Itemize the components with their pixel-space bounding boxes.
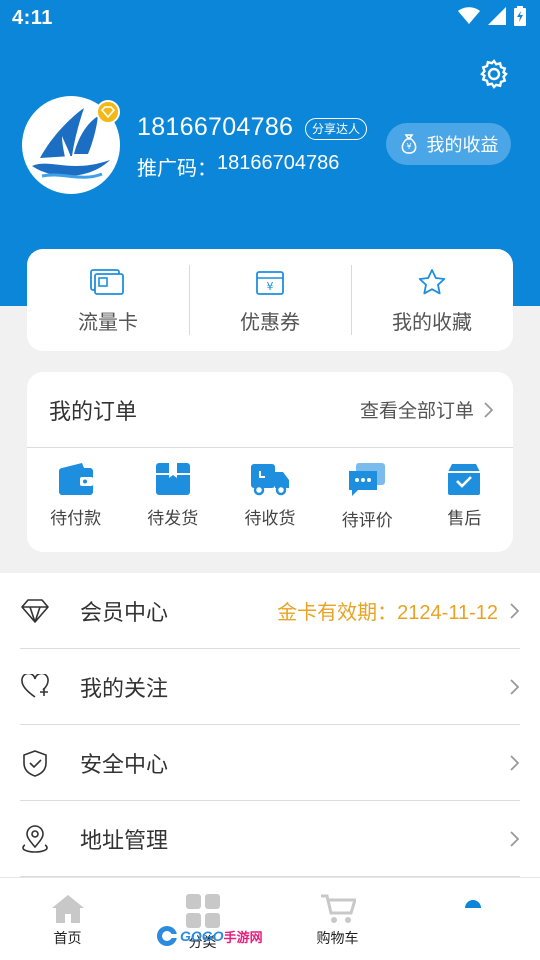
coupon-icon: ¥	[256, 270, 284, 295]
signal-icon	[488, 7, 506, 25]
after-sale-icon	[448, 464, 481, 495]
menu-item-label: 地址管理	[80, 827, 169, 853]
home-icon	[51, 895, 84, 923]
box-icon	[155, 463, 190, 495]
diamond-icon	[20, 596, 50, 626]
order-pending-shipment[interactable]: 待发货	[124, 462, 221, 531]
settings-gear-icon[interactable]	[478, 58, 510, 90]
order-status-label: 待收货	[244, 509, 296, 528]
orders-title: 我的订单	[49, 398, 138, 424]
quick-links-card: 流量卡 ¥ 优惠券 我的收藏	[27, 249, 513, 351]
quick-link-label: 优惠券	[240, 311, 300, 334]
order-status-label: 待付款	[50, 509, 102, 528]
svg-text:¥: ¥	[267, 280, 274, 293]
grid-icon	[185, 894, 220, 928]
watermark-logo-icon	[157, 926, 177, 946]
share-tag-badge: 分享达人	[305, 118, 368, 140]
tab-label: 首页	[53, 930, 82, 946]
svg-text:¥: ¥	[406, 142, 411, 151]
money-bag-icon: ¥	[401, 134, 416, 154]
view-all-orders-link[interactable]: 查看全部订单	[360, 396, 493, 423]
order-status-label: 待评价	[341, 511, 393, 530]
chevron-right-icon	[510, 678, 520, 695]
star-icon	[418, 268, 446, 294]
quick-link-sim-card[interactable]: 流量卡	[27, 249, 189, 351]
tab-category[interactable]: 分类	[135, 878, 270, 960]
heart-plus-icon	[20, 672, 50, 702]
quick-link-label: 我的收藏	[392, 311, 472, 334]
watermark-brand: GOGO	[180, 928, 224, 944]
cart-icon	[320, 894, 356, 923]
order-status-label: 待发货	[147, 509, 199, 528]
menu-item-label: 会员中心	[80, 599, 169, 625]
my-earnings-button[interactable]: ¥ 我的收益	[386, 123, 511, 165]
order-pending-review[interactable]: 待评价	[319, 462, 416, 531]
shield-icon	[20, 748, 50, 778]
status-bar: 4:11	[0, 0, 540, 36]
watermark-site: 手游网	[223, 929, 263, 945]
chevron-right-icon	[510, 602, 520, 619]
watermark: GOGO 手游网	[156, 925, 263, 947]
promo-code: 推广码： 18166704786	[137, 152, 339, 181]
menu-item-label: 我的关注	[80, 675, 169, 701]
orders-header: 我的订单 查看全部订单	[27, 372, 513, 448]
location-icon	[20, 824, 50, 854]
chevron-right-icon	[484, 401, 493, 418]
order-after-sale[interactable]: 售后	[416, 462, 513, 531]
quick-link-favorites[interactable]: 我的收藏	[351, 249, 513, 351]
gold-card-expiry: 金卡有效期：2124-11-12	[277, 602, 498, 624]
menu-item-security-center[interactable]: 安全中心	[20, 725, 520, 801]
promo-value: 18166704786	[217, 152, 340, 174]
promo-label: 推广码：	[137, 158, 217, 180]
tab-label: 购物车	[316, 930, 359, 946]
wallet-icon	[58, 463, 93, 495]
menu-item-address-management[interactable]: 地址管理	[20, 801, 520, 877]
chat-icon	[349, 463, 386, 496]
status-icons	[458, 6, 526, 26]
menu-item-label: 安全中心	[80, 751, 169, 777]
status-time: 4:11	[12, 7, 53, 29]
order-status-row: 待付款 待发货 待收货 待评价 售后	[27, 448, 513, 531]
vip-badge-icon	[96, 100, 120, 124]
quick-link-label: 流量卡	[78, 311, 138, 334]
tab-profile[interactable]	[405, 878, 540, 960]
order-pending-payment[interactable]: 待付款	[27, 462, 124, 531]
quick-link-coupon[interactable]: ¥ 优惠券	[189, 249, 351, 351]
truck-icon	[251, 464, 289, 496]
chevron-right-icon	[510, 830, 520, 847]
tab-cart[interactable]: 购物车	[270, 878, 405, 960]
wifi-icon	[458, 7, 480, 24]
view-all-orders-label: 查看全部订单	[359, 401, 474, 422]
my-orders-card: 我的订单 查看全部订单 待付款 待发货 待收货 待评价 售后	[27, 372, 513, 552]
settings-menu-list: 会员中心 金卡有效期：2124-11-12 我的关注 安全中心 地址管理	[0, 573, 540, 877]
menu-item-following[interactable]: 我的关注	[20, 649, 520, 725]
chevron-right-icon	[510, 754, 520, 771]
user-phone: 18166704786	[137, 113, 294, 141]
order-status-label: 售后	[447, 509, 482, 528]
menu-item-member-center[interactable]: 会员中心 金卡有效期：2124-11-12	[20, 573, 520, 649]
battery-icon	[514, 6, 526, 26]
order-pending-receipt[interactable]: 待收货	[221, 462, 318, 531]
user-icon	[464, 900, 481, 908]
bottom-tab-bar: 首页 分类 购物车	[0, 877, 540, 960]
sim-card-icon	[90, 268, 124, 295]
tab-home[interactable]: 首页	[0, 878, 135, 960]
my-earnings-label: 我的收益	[426, 135, 499, 155]
